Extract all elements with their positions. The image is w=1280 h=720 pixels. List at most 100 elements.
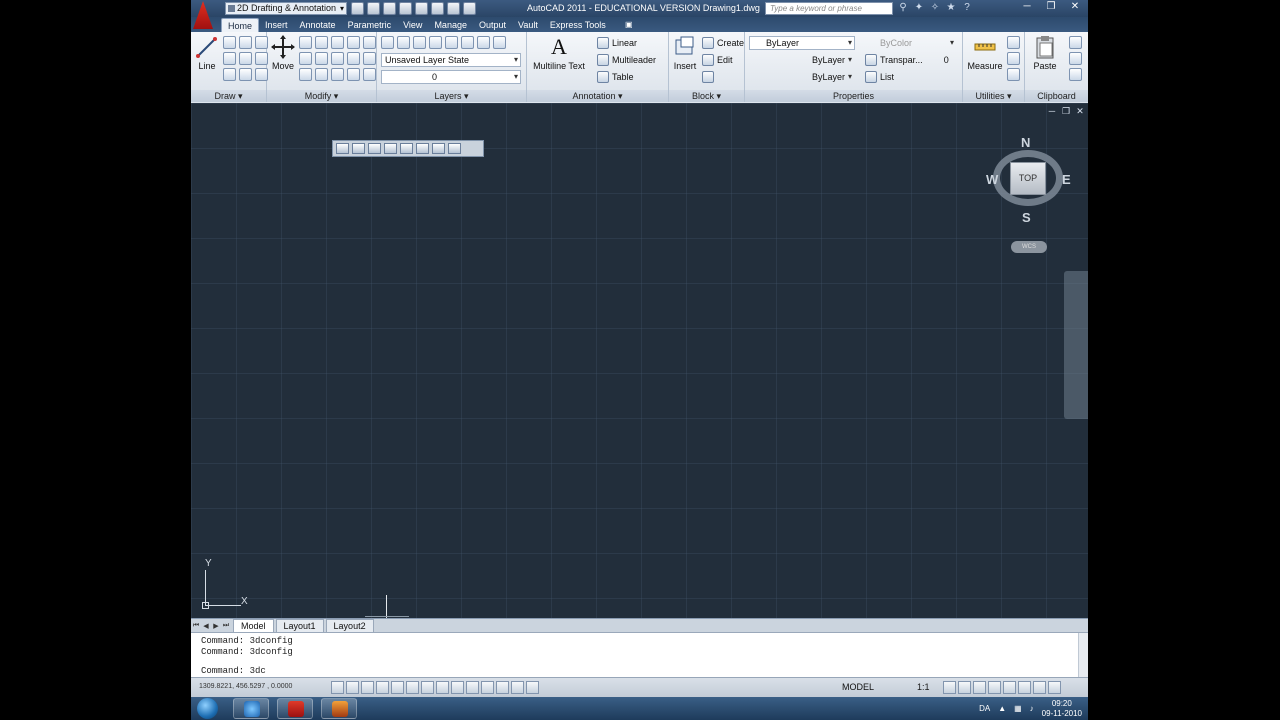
tab-layout1[interactable]: Layout1 [275, 619, 324, 632]
annotation-scale[interactable]: 1:1 [917, 682, 930, 692]
stretch-icon[interactable] [331, 52, 344, 65]
circle-icon[interactable] [239, 36, 252, 49]
layer-off-icon[interactable] [461, 36, 474, 49]
break-icon[interactable] [347, 68, 360, 81]
compass-south[interactable]: S [1022, 210, 1031, 225]
tab-parametric[interactable]: Parametric [342, 18, 398, 32]
scale-icon[interactable] [347, 52, 360, 65]
explode-icon[interactable] [315, 52, 328, 65]
tab-output[interactable]: Output [473, 18, 512, 32]
search-input[interactable]: Type a keyword or phrase [765, 2, 893, 15]
tab-view[interactable]: View [397, 18, 428, 32]
redo-icon[interactable] [447, 2, 460, 15]
cloud-icon[interactable] [415, 2, 428, 15]
quick-properties-icon[interactable] [511, 681, 524, 694]
drawing-area[interactable]: ─ ❐ ✕ N S E W TOP WCS Y X [191, 103, 1088, 618]
toolbar-button-6-icon[interactable] [416, 143, 429, 154]
layer-lock-icon[interactable] [477, 36, 490, 49]
hatch-icon[interactable] [239, 52, 252, 65]
copy-icon[interactable] [347, 36, 360, 49]
toolbar-button-5-icon[interactable] [400, 143, 413, 154]
dynamic-input-icon[interactable] [466, 681, 479, 694]
layer-state-dropdown[interactable]: Unsaved Layer State [381, 53, 521, 67]
compass-north[interactable]: N [1021, 135, 1030, 150]
lineweight-dropdown[interactable]: ByLayer [749, 70, 855, 84]
undo-icon[interactable] [431, 2, 444, 15]
tab-manage[interactable]: Manage [428, 18, 473, 32]
viewport-close-icon[interactable]: ✕ [1076, 106, 1084, 117]
prev-tab-icon[interactable]: ◀ [201, 622, 211, 630]
color-dropdown[interactable]: ByLayer [749, 36, 855, 50]
calculator-icon[interactable] [1007, 52, 1020, 65]
join-icon[interactable] [363, 68, 376, 81]
layer-properties-icon[interactable] [381, 36, 394, 49]
panel-title-layers[interactable]: Layers ▾ [377, 90, 526, 102]
panel-title-properties[interactable]: Properties [745, 90, 962, 102]
plot-icon[interactable] [463, 2, 476, 15]
id-point-icon[interactable] [1007, 68, 1020, 81]
start-button[interactable] [197, 698, 218, 719]
tab-model[interactable]: Model [233, 619, 274, 632]
layer-walk-icon[interactable] [493, 36, 506, 49]
taskbar-autocad[interactable] [277, 698, 313, 719]
ribbon-minimize-icon[interactable]: ▣ [625, 20, 639, 29]
block-attributes-button[interactable] [702, 70, 714, 83]
tab-insert[interactable]: Insert [259, 18, 294, 32]
isolate-objects-icon[interactable] [1018, 681, 1031, 694]
toolbar-button-1-icon[interactable] [336, 143, 349, 154]
coordinate-readout[interactable]: 1309.8221, 456.5297 , 0.0000 [199, 683, 292, 690]
move-button[interactable]: Move [267, 34, 299, 71]
first-tab-icon[interactable]: ⏮ [191, 622, 201, 630]
table-button[interactable]: Table [597, 70, 634, 83]
plot-style-dropdown[interactable]: ByColor [865, 36, 957, 50]
extend-icon[interactable] [331, 68, 344, 81]
linetype-dropdown[interactable]: ByLayer [749, 53, 855, 67]
copy-clip-icon[interactable] [1069, 52, 1082, 65]
rotate-icon[interactable] [299, 36, 312, 49]
show-hidden-icons-icon[interactable]: ▲ [998, 704, 1006, 713]
panel-title-utilities[interactable]: Utilities ▾ [963, 90, 1024, 102]
tab-annotate[interactable]: Annotate [294, 18, 342, 32]
erase-icon[interactable] [331, 36, 344, 49]
linear-dim-button[interactable]: Linear [597, 36, 637, 49]
binoculars-icon[interactable]: ⚲ [897, 2, 909, 14]
workspace-dropdown[interactable]: 2D Drafting & Annotation [225, 2, 347, 15]
auto-scale-icon[interactable] [958, 681, 971, 694]
taskbar-ie[interactable] [233, 698, 269, 719]
open-icon[interactable] [367, 2, 380, 15]
subscription-icon[interactable]: ✦ [913, 2, 925, 14]
selection-cycling-icon[interactable] [526, 681, 539, 694]
command-scrollbar[interactable] [1078, 633, 1088, 678]
clean-screen-icon[interactable] [1048, 681, 1061, 694]
paste-button[interactable]: Paste [1029, 34, 1061, 71]
annotation-visibility-icon[interactable] [943, 681, 956, 694]
last-tab-icon[interactable]: ⏭ [221, 622, 231, 630]
panel-title-clipboard[interactable]: Clipboard [1025, 90, 1088, 102]
array-icon[interactable] [363, 52, 376, 65]
toolbar-button-8-icon[interactable] [448, 143, 461, 154]
rectangle-icon[interactable] [223, 52, 236, 65]
polyline-icon[interactable] [223, 36, 236, 49]
dynamic-ucs-icon[interactable] [451, 681, 464, 694]
panel-title-block[interactable]: Block ▾ [669, 90, 744, 102]
compass-east[interactable]: E [1062, 172, 1071, 187]
communication-icon[interactable]: ✧ [929, 2, 941, 14]
viewcube-top-face[interactable]: TOP [1010, 162, 1046, 195]
hardware-acceleration-icon[interactable] [1003, 681, 1016, 694]
toolbar-button-7-icon[interactable] [432, 143, 445, 154]
ellipse-icon[interactable] [223, 68, 236, 81]
save-as-icon[interactable] [399, 2, 412, 15]
trim-icon[interactable] [315, 36, 328, 49]
multiline-text-button[interactable]: A Multiline Text [529, 34, 589, 71]
line-button[interactable]: Line [191, 34, 223, 71]
close-icon[interactable]: ✕ [1068, 0, 1082, 14]
chamfer-icon[interactable] [315, 68, 328, 81]
transparency-control[interactable]: Transpar... 0 [865, 53, 949, 66]
edit-block-button[interactable]: Edit [702, 53, 733, 66]
panel-title-draw[interactable]: Draw ▾ [191, 90, 266, 102]
viewport-restore-icon[interactable]: ❐ [1062, 106, 1070, 117]
layer-previous-icon[interactable] [413, 36, 426, 49]
create-block-button[interactable]: Create [702, 36, 744, 49]
workspace-switch-icon[interactable] [973, 681, 986, 694]
mirror-icon[interactable] [363, 36, 376, 49]
